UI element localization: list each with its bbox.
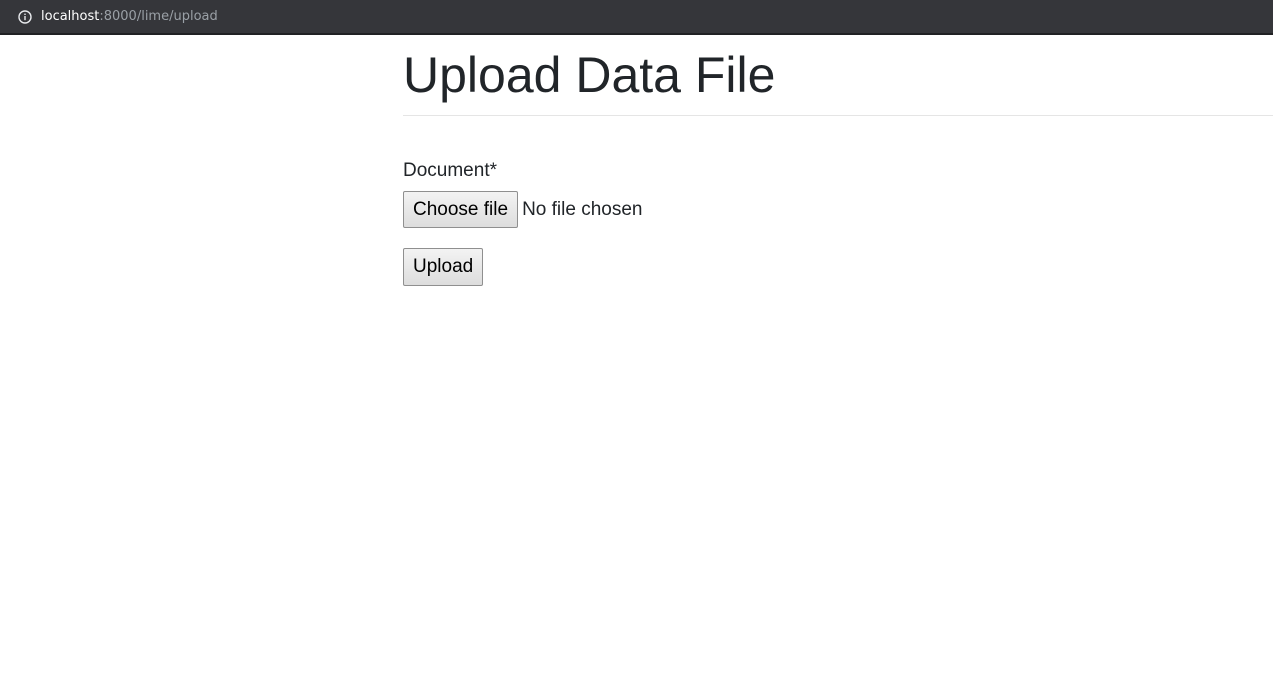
browser-url-bar[interactable]: localhost:8000/lime/upload (0, 0, 1273, 35)
file-input[interactable]: Choose file No file chosen (403, 191, 1273, 228)
main-content: Upload Data File Document* Choose file N… (403, 35, 1273, 286)
document-label: Document* (403, 160, 497, 181)
upload-row: Upload (403, 248, 1273, 286)
url-text[interactable]: localhost:8000/lime/upload (41, 9, 218, 24)
file-status-text: No file chosen (522, 198, 643, 220)
choose-file-button[interactable]: Choose file (403, 191, 519, 228)
title-divider (403, 115, 1273, 116)
url-path: :8000/lime/upload (99, 9, 218, 24)
info-icon[interactable] (18, 9, 32, 24)
page-title: Upload Data File (403, 47, 776, 103)
upload-button[interactable]: Upload (403, 248, 484, 286)
url-host: localhost (41, 9, 100, 24)
